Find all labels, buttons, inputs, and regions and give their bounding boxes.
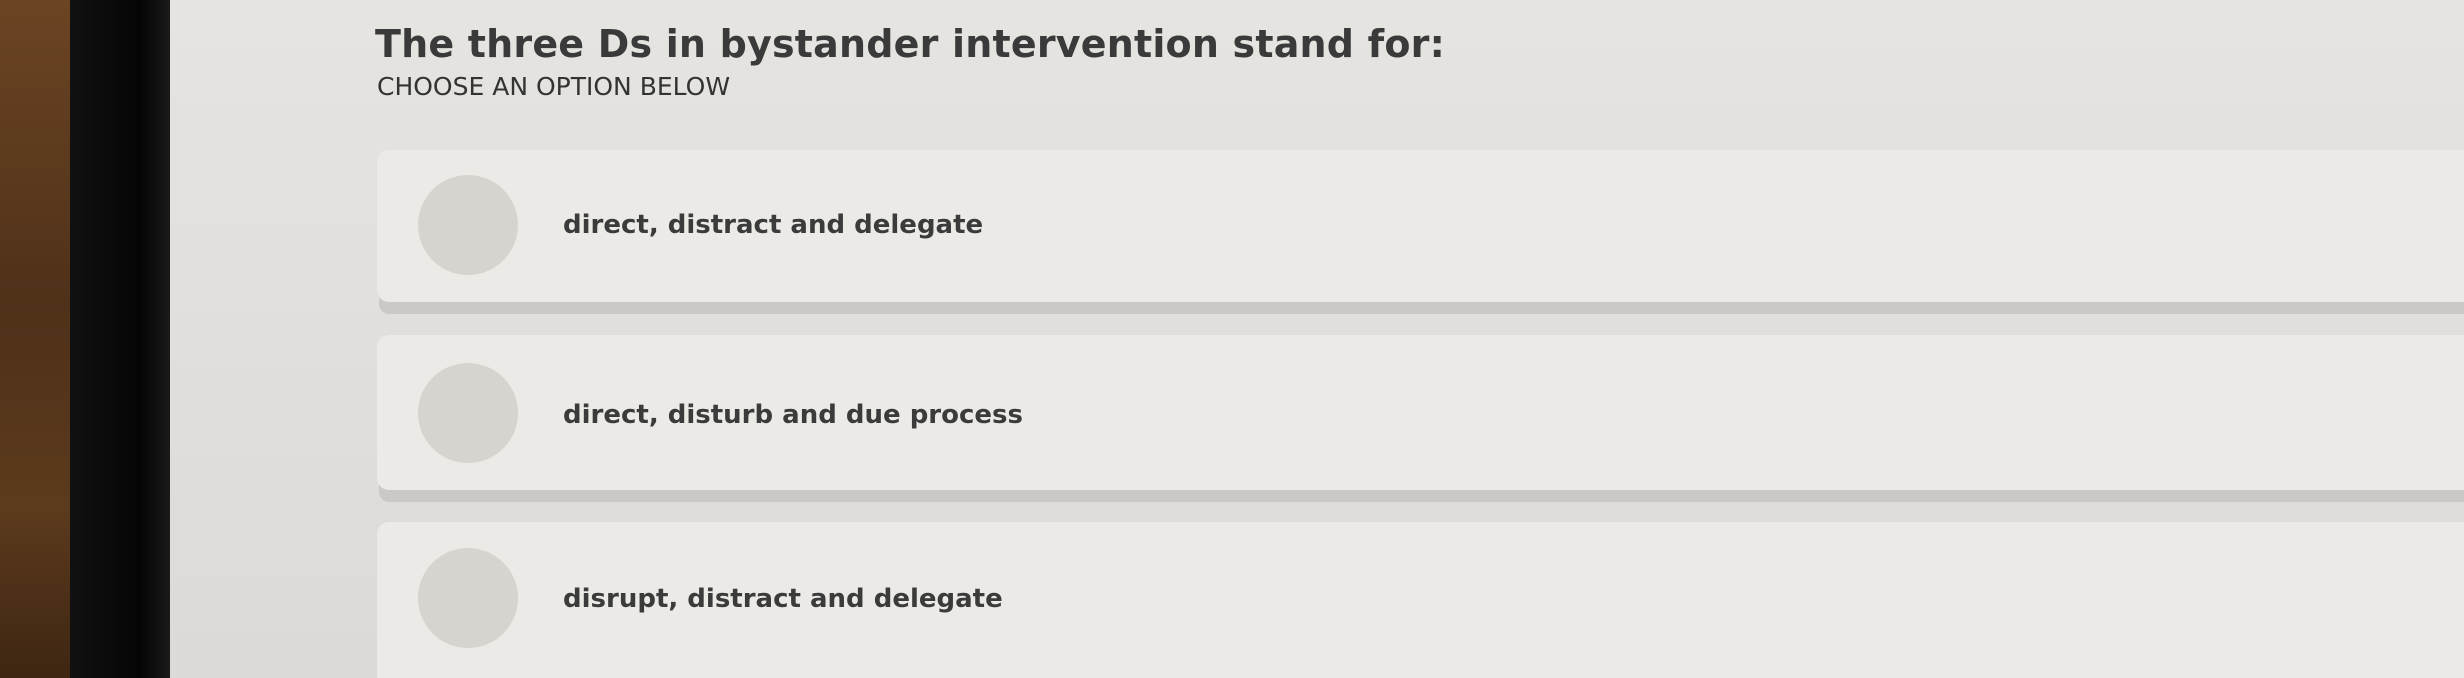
radio-circle-icon[interactable] — [418, 548, 518, 648]
answer-option-label: direct, distract and delegate — [563, 210, 984, 240]
answer-option-2[interactable]: direct, disturb and due process — [377, 335, 2464, 490]
question-title: The three Ds in bystander intervention s… — [375, 22, 1446, 66]
answer-option-1[interactable]: direct, distract and delegate — [377, 150, 2464, 302]
answer-option-label: disrupt, distract and delegate — [563, 584, 1003, 614]
answer-option-3[interactable]: disrupt, distract and delegate — [377, 522, 2464, 678]
answer-option-label: direct, disturb and due process — [563, 400, 1023, 430]
monitor-bezel — [70, 0, 170, 678]
radio-circle-icon[interactable] — [418, 363, 518, 463]
radio-circle-icon[interactable] — [418, 175, 518, 275]
question-instruction: CHOOSE AN OPTION BELOW — [377, 72, 731, 101]
quiz-screen: The three Ds in bystander intervention s… — [170, 0, 2464, 678]
desk-surface — [0, 0, 70, 678]
